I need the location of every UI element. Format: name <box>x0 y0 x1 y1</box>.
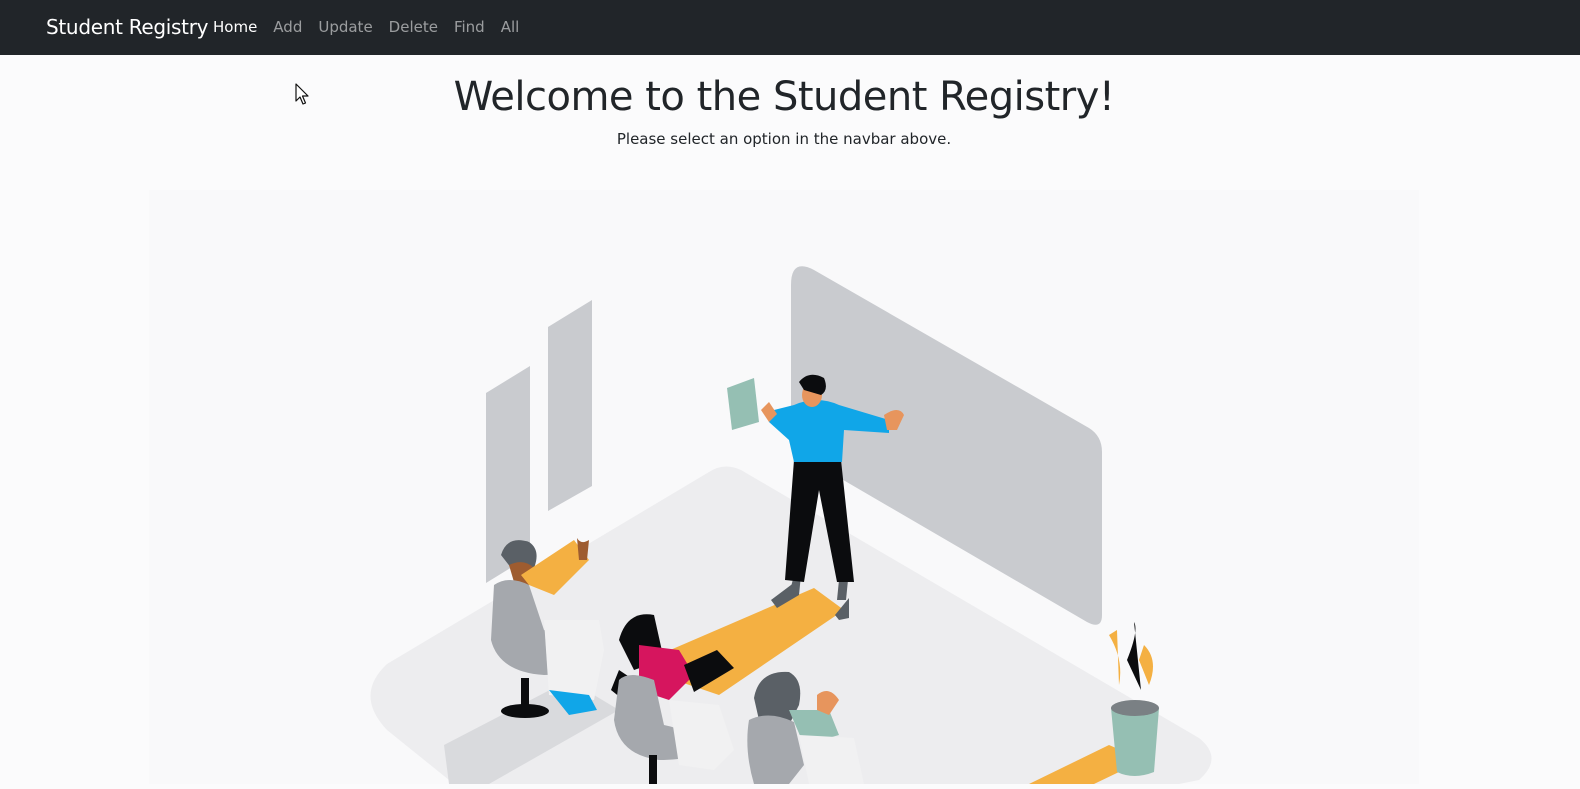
top-navbar: Student Registry Home Add Update Delete … <box>0 0 1580 55</box>
nav-links: Home Add Update Delete Find All <box>213 17 535 37</box>
wall-panel-left-2 <box>548 300 592 511</box>
nav-link-update[interactable]: Update <box>318 17 372 37</box>
nav-link-find[interactable]: Find <box>454 17 485 37</box>
nav-link-all[interactable]: All <box>501 17 520 37</box>
mouse-cursor-icon <box>295 83 309 105</box>
nav-link-home[interactable]: Home <box>213 17 257 37</box>
classroom-presentation-illustration-icon <box>370 266 1212 784</box>
page-title: Welcome to the Student Registry! <box>453 74 1115 120</box>
nav-link-add[interactable]: Add <box>273 17 302 37</box>
page-subtitle: Please select an option in the navbar ab… <box>616 130 952 148</box>
nav-link-delete[interactable]: Delete <box>389 17 438 37</box>
navbar-brand[interactable]: Student Registry <box>46 14 208 40</box>
classroom-illustration <box>149 190 1419 784</box>
